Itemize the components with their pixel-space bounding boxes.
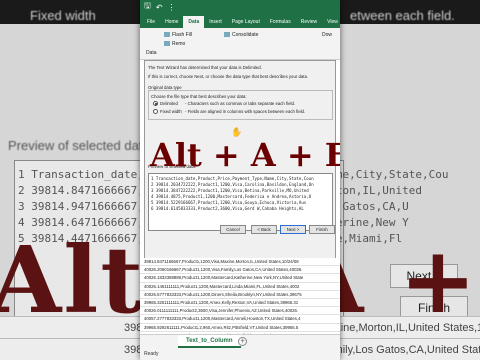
tab-file[interactable]: File (142, 16, 160, 28)
tab-review[interactable]: Review (296, 16, 322, 28)
table-row[interactable]: 40026.0111111111,Product2,3600,Visa,Jenn… (140, 307, 340, 316)
back-button[interactable]: < Back (251, 225, 277, 234)
fixed-width-description: - Fields are aligned in columns with spa… (185, 109, 306, 114)
preview-row: 6 39814.6145833333,Product2,3600,Visa,Ge… (151, 206, 304, 211)
fixed-width-radio[interactable] (153, 109, 158, 114)
choose-file-type-label: Choose the file type that best describes… (151, 94, 247, 99)
status-bar: Ready (140, 348, 340, 360)
flash-fill-icon (164, 32, 170, 38)
consolidate-button[interactable]: Consolidate (224, 32, 258, 38)
data-preview-box[interactable]: 1 Transaction_date,Product,Price,Payment… (148, 173, 333, 231)
table-row[interactable]: 40026.5777833333,Product1,1200,Diners,Sh… (140, 291, 340, 299)
table-row[interactable]: 40057.2777833333,Product1,1200,Mastercar… (140, 315, 340, 324)
tab-page-layout[interactable]: Page Layout (227, 16, 265, 28)
ribbon-overflow-item[interactable]: Dow (322, 32, 332, 38)
preview-row: 3 39814.3847222222,Product1,1200,Visa,Be… (151, 188, 309, 193)
flash-fill-button[interactable]: Flash Fill (164, 32, 192, 38)
table-row[interactable]: 39965.3251111111,Product1,1200,Amex,Kell… (140, 299, 340, 308)
remove-duplicates-button[interactable]: Remo (164, 41, 185, 47)
table-row[interactable]: 40026.2060166667,Product1,1200,Visa,Fami… (140, 266, 340, 275)
next-button[interactable]: Next > (280, 225, 306, 234)
fixed-width-label: Fixed width (160, 109, 182, 114)
preview-row: 4 39814.4875,Product1,1200,Mastercard,Fe… (151, 194, 312, 199)
title-bar: 🖫 ↶ ⋮ (140, 0, 340, 14)
worksheet-grid[interactable]: 39814.8471166667,Product1,1200,Visa,Maxi… (140, 258, 340, 342)
finish-button[interactable]: Finish (309, 225, 335, 234)
bg-preview-title: Preview of selected data: (8, 138, 154, 153)
bg-top-right-text: etween each field. (350, 8, 455, 23)
ribbon: Flash Fill Consolidate Remo Data Dow (140, 28, 340, 60)
data-group-label: Data (146, 50, 157, 56)
add-sheet-icon[interactable]: + (238, 337, 247, 346)
fixed-width-option-bg: Fixed width (30, 8, 96, 23)
undo-icon[interactable]: ↶ (156, 3, 163, 12)
tab-formulas[interactable]: Formulas (265, 16, 296, 28)
excel-window: 🖫 ↶ ⋮ File Home Data Insert Page Layout … (140, 0, 340, 360)
shortcut-overlay-text: Alt + A + E (150, 136, 340, 174)
sheet-tab-text-to-column[interactable]: Text_to_Column (178, 335, 241, 348)
delimited-label: Delimited (160, 101, 178, 106)
consolidate-icon (224, 32, 230, 38)
wizard-instruction-text: If this is correct, choose Next, or choo… (148, 74, 309, 79)
table-row[interactable]: 39814.8471166667,Product1,1200,Visa,Maxi… (140, 258, 340, 267)
cancel-button[interactable]: Cancel (220, 225, 246, 234)
tab-insert[interactable]: Insert (204, 16, 227, 28)
preview-row: 1 Transaction_date,Product,Price,Payment… (151, 176, 314, 181)
table-row[interactable]: 40026.1461111111,Product1,1200,Mastercar… (140, 283, 340, 291)
preview-row: 5 39814.5229166667,Product1,1200,Visa,Go… (151, 200, 307, 205)
tab-home[interactable]: Home (160, 16, 183, 28)
tab-data[interactable]: Data (183, 16, 205, 28)
tab-view[interactable]: View (322, 16, 340, 28)
more-icon[interactable]: ⋮ (168, 3, 176, 12)
table-row[interactable]: 39965.9292611111,Product1,2,960,Amex,Rit… (140, 324, 340, 332)
sheet-tabs-bar: Text_to_Column + (140, 334, 340, 348)
preview-row: 2 39814.2034722222,Product1,1200,Visa,Ca… (151, 182, 314, 187)
remove-duplicates-icon (164, 41, 170, 47)
table-row[interactable]: 40026.1833388889,Product1,1200,Mastercar… (140, 274, 340, 283)
delimited-description: - Characters such as commas or tabs sepa… (185, 101, 296, 106)
delimited-radio[interactable] (153, 101, 158, 106)
save-icon[interactable]: 🖫 (144, 0, 151, 14)
ribbon-tabs: File Home Data Insert Page Layout Formul… (140, 14, 340, 28)
wizard-intro-text: The Text Wizard has determined that your… (148, 65, 262, 70)
